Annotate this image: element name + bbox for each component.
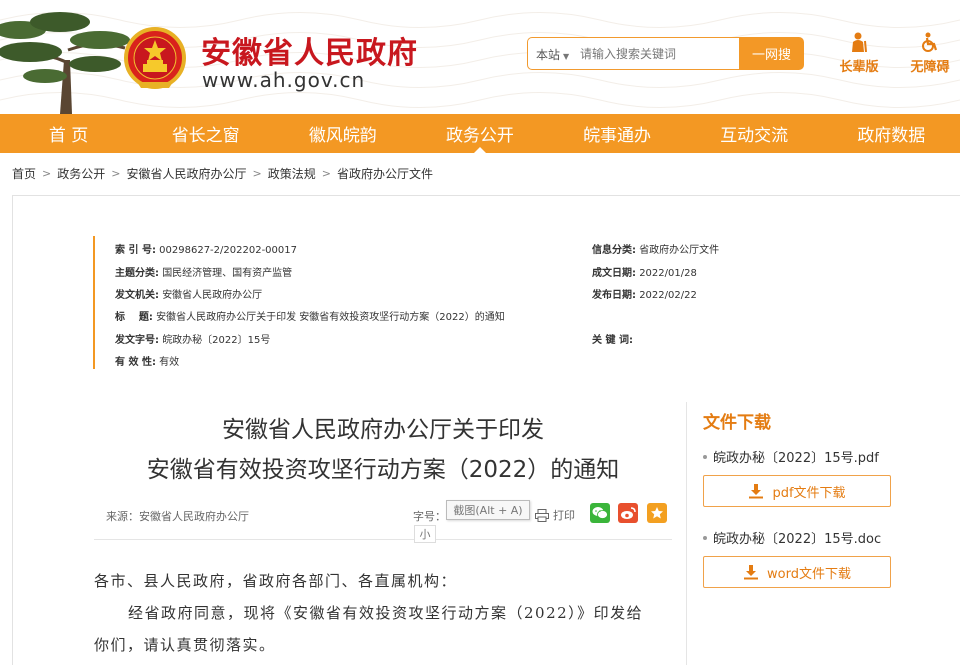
article-paragraph: 各市、县人民政府，省政府各部门、各直属机构： bbox=[94, 572, 458, 590]
site-url: www.ah.gov.cn bbox=[202, 68, 366, 92]
elder-mode-button[interactable]: 长辈版 bbox=[829, 32, 889, 75]
info-index: 索 引 号: 00298627-2/202202-00017 bbox=[115, 245, 297, 256]
chevron-right-icon: > bbox=[42, 167, 52, 180]
font-size-label: 字号： bbox=[413, 510, 446, 523]
font-size-small-button[interactable]: 小 bbox=[414, 525, 436, 543]
nav-item-home[interactable]: 首 页 bbox=[0, 114, 137, 153]
info-created-date: 成文日期: 2022/01/28 bbox=[592, 268, 697, 279]
bullet-icon bbox=[703, 535, 707, 540]
nav-item-gov-affairs[interactable]: 政务公开 bbox=[411, 114, 548, 153]
national-emblem-icon bbox=[124, 27, 186, 89]
breadcrumb: 首页 > 政务公开 > 安徽省人民政府办公厅 > 政策法规 > 省政府办公厅文件 bbox=[12, 165, 433, 182]
share-wechat-button[interactable] bbox=[590, 503, 610, 523]
article-title-line-2: 安徽省有效投资攻坚行动方案（2022）的通知 bbox=[146, 457, 620, 483]
screenshot-tooltip: 截图(Alt + A) bbox=[446, 500, 530, 520]
nav-item-gov-data[interactable]: 政府数据 bbox=[823, 114, 960, 153]
article-title-line-1: 安徽省人民政府办公厅关于印发 bbox=[222, 417, 544, 443]
info-keywords: 关 键 词: bbox=[592, 335, 633, 346]
share-favorite-button[interactable] bbox=[647, 503, 667, 523]
download-word-button[interactable]: word文件下载 bbox=[703, 556, 891, 588]
accessibility-button[interactable]: 无障碍 bbox=[900, 32, 960, 75]
search-button[interactable]: 一网搜 bbox=[739, 37, 804, 70]
breadcrumb-item-office-docs[interactable]: 省政府办公厅文件 bbox=[337, 165, 433, 182]
wechat-icon bbox=[592, 507, 608, 519]
download-icon bbox=[744, 564, 759, 579]
wheelchair-icon bbox=[922, 32, 938, 52]
nav-item-interaction[interactable]: 互动交流 bbox=[686, 114, 823, 153]
info-validity: 有 效 性: 有效 bbox=[115, 357, 180, 368]
article-paragraph: 经省政府同意，现将《安徽省有效投资攻坚行动方案（2022）》印发给 bbox=[128, 604, 644, 622]
sidebar-divider bbox=[686, 402, 687, 665]
nav-item-services[interactable]: 皖事通办 bbox=[549, 114, 686, 153]
nav-item-culture[interactable]: 徽风皖韵 bbox=[274, 114, 411, 153]
pine-tree-icon bbox=[0, 12, 130, 114]
favorite-icon bbox=[651, 507, 663, 519]
info-published-date: 发布日期: 2022/02/22 bbox=[592, 290, 697, 301]
weibo-icon bbox=[621, 507, 636, 519]
document-info-table: 索 引 号: 00298627-2/202202-00017 信息分类: 省政府… bbox=[93, 236, 719, 369]
chevron-down-icon: ▼ bbox=[563, 52, 570, 61]
search-input[interactable] bbox=[580, 44, 730, 64]
search-box: 本站 ▼ bbox=[527, 37, 739, 70]
site-title[interactable]: 安徽省人民政府 bbox=[201, 28, 418, 72]
print-button[interactable]: 打印 bbox=[535, 507, 575, 523]
elder-icon bbox=[852, 32, 867, 52]
search-scope-select[interactable]: 本站 ▼ bbox=[536, 46, 569, 63]
download-file-name-pdf[interactable]: 皖政办秘〔2022〕15号.pdf bbox=[703, 447, 879, 466]
nav-item-governor[interactable]: 省长之窗 bbox=[137, 114, 274, 153]
share-weibo-button[interactable] bbox=[618, 503, 638, 523]
breadcrumb-item-policy[interactable]: 政策法规 bbox=[268, 165, 316, 182]
info-category: 信息分类: 省政府办公厅文件 bbox=[592, 245, 720, 256]
article-source: 来源：安徽省人民政府办公厅 bbox=[106, 510, 249, 523]
bullet-icon bbox=[703, 454, 707, 459]
main-nav: 首 页 省长之窗 徽风皖韵 政务公开 皖事通办 互动交流 政府数据 bbox=[0, 114, 960, 153]
printer-icon bbox=[535, 508, 549, 522]
download-pdf-button[interactable]: pdf文件下载 bbox=[703, 475, 891, 507]
breadcrumb-item-office[interactable]: 安徽省人民政府办公厅 bbox=[126, 165, 246, 182]
info-topic: 主题分类: 国民经济管理、国有资产监管 bbox=[115, 268, 293, 279]
chevron-right-icon: > bbox=[111, 167, 121, 180]
downloads-title: 文件下载 bbox=[703, 413, 771, 433]
download-icon bbox=[749, 483, 764, 498]
article-meta-bar: 来源：安徽省人民政府办公厅 字号： 截图(Alt + A) 小 打印 bbox=[94, 498, 672, 543]
chevron-right-icon: > bbox=[252, 167, 262, 180]
site-header: 安徽省人民政府 www.ah.gov.cn bbox=[0, 0, 960, 114]
download-file-name-doc[interactable]: 皖政办秘〔2022〕15号.doc bbox=[703, 528, 881, 547]
info-doc-number: 发文字号: 皖政办秘〔2022〕15号 bbox=[115, 335, 271, 346]
article-paragraph: 你们，请认真贯彻落实。 bbox=[94, 636, 276, 654]
info-issuer: 发文机关: 安徽省人民政府办公厅 bbox=[115, 290, 263, 301]
breadcrumb-item-home[interactable]: 首页 bbox=[12, 165, 36, 182]
breadcrumb-item-gov-affairs[interactable]: 政务公开 bbox=[57, 165, 105, 182]
info-title: 标 题: 安徽省人民政府办公厅关于印发 安徽省有效投资攻坚行动方案（2022）的… bbox=[115, 312, 505, 323]
chevron-right-icon: > bbox=[321, 167, 331, 180]
